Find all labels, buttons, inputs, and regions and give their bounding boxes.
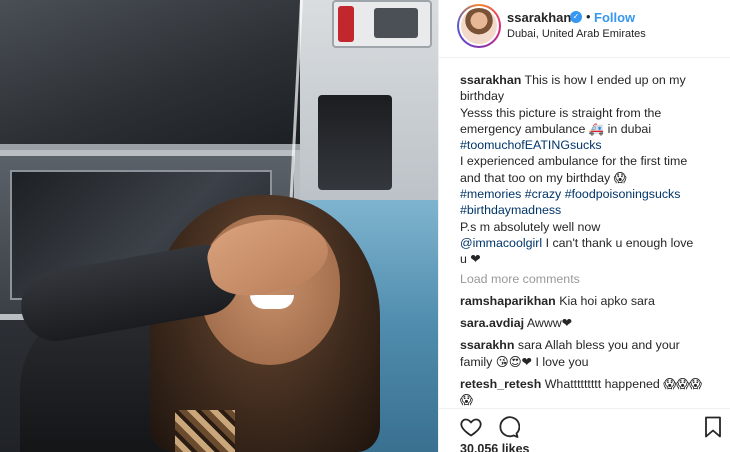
caption-text: I can't thank u enough love (545, 235, 694, 250)
post-side-panel: ssarakhan ✓ • Follow Dubai, United Arab … (438, 0, 730, 452)
hashtag-link[interactable]: #birthdaymadness (460, 202, 710, 218)
medical-monitor (332, 0, 432, 48)
avatar[interactable] (457, 4, 501, 48)
load-more-comments-button[interactable]: Load more comments (460, 271, 710, 287)
caption-text: birthday (460, 89, 505, 104)
caption-text: emergency ambulance 🚑 in dubai (460, 121, 652, 136)
hashtag-link[interactable]: #memories (460, 187, 521, 201)
post-location[interactable]: Dubai, United Arab Emirates (507, 28, 646, 40)
caption-text: u ❤ (460, 252, 481, 267)
comment-username[interactable]: ssarakhn (460, 338, 514, 352)
post-photo[interactable] (0, 0, 438, 452)
comment-text: Whattttttttt happened 😱😱😱 (544, 377, 702, 392)
hashtag-link[interactable]: #foodpoisoningsucks (565, 187, 681, 201)
monitor-screen (374, 8, 418, 38)
comment-text: sara Allah bless you and your (517, 338, 680, 353)
heart-icon[interactable] (459, 415, 483, 439)
post-actions-bar (439, 408, 730, 440)
mention-link[interactable]: @immacoolgirl (460, 236, 542, 250)
comment-username[interactable]: sara.avdiaj (460, 316, 524, 330)
caption-text: This is how I ended up on my (524, 73, 686, 87)
hashtag-link[interactable]: #toomuchofEATINGsucks (460, 137, 710, 153)
comment-text: Awww❤ (526, 316, 573, 331)
verified-badge-icon: ✓ (570, 11, 582, 23)
caption-text: P.s m absolutely well now (460, 219, 601, 234)
comment-icon[interactable] (496, 415, 521, 439)
comment-text: family 😘😍❤ I love you (460, 354, 589, 369)
list-item: retesh_retesh Whattttttttt happened 😱😱😱 … (460, 376, 710, 409)
caption-username[interactable]: ssarakhan (460, 73, 521, 87)
ambulance-cabinet (0, 0, 300, 150)
post-username[interactable]: ssarakhan (507, 10, 571, 25)
caption: ssarakhan This is how I ended up on my b… (460, 72, 710, 268)
likes-count[interactable]: 30,056 likes (460, 442, 530, 452)
monitor-red-panel (338, 6, 354, 42)
comment-username[interactable]: ramshaparikhan (460, 294, 556, 308)
avatar-image (459, 6, 499, 46)
medical-device (318, 95, 392, 190)
caption-text: Yesss this picture is straight from the (460, 105, 662, 120)
list-item: sara.avdiaj Awww❤ (460, 315, 710, 331)
hashtag-link[interactable]: #crazy (525, 187, 562, 201)
list-item: ssarakhn sara Allah bless you and your f… (460, 337, 710, 370)
list-item: ramshaparikhan Kia hoi apko sara (460, 293, 710, 309)
post-header: ssarakhan ✓ • Follow Dubai, United Arab … (439, 0, 730, 58)
person-scarf (175, 410, 235, 452)
caption-text: and that too on my birthday 😱 (460, 170, 627, 185)
caption-text: I experienced ambulance for the first ti… (460, 154, 688, 169)
header-separator: • (586, 9, 591, 24)
comments-section: ssarakhan This is how I ended up on my b… (460, 72, 710, 409)
comment-username[interactable]: retesh_retesh (460, 377, 541, 391)
comment-text: 😱 (460, 393, 473, 408)
bookmark-icon[interactable] (701, 415, 725, 439)
comment-text: Kia hoi apko sara (559, 293, 655, 308)
follow-button[interactable]: Follow (594, 10, 635, 25)
